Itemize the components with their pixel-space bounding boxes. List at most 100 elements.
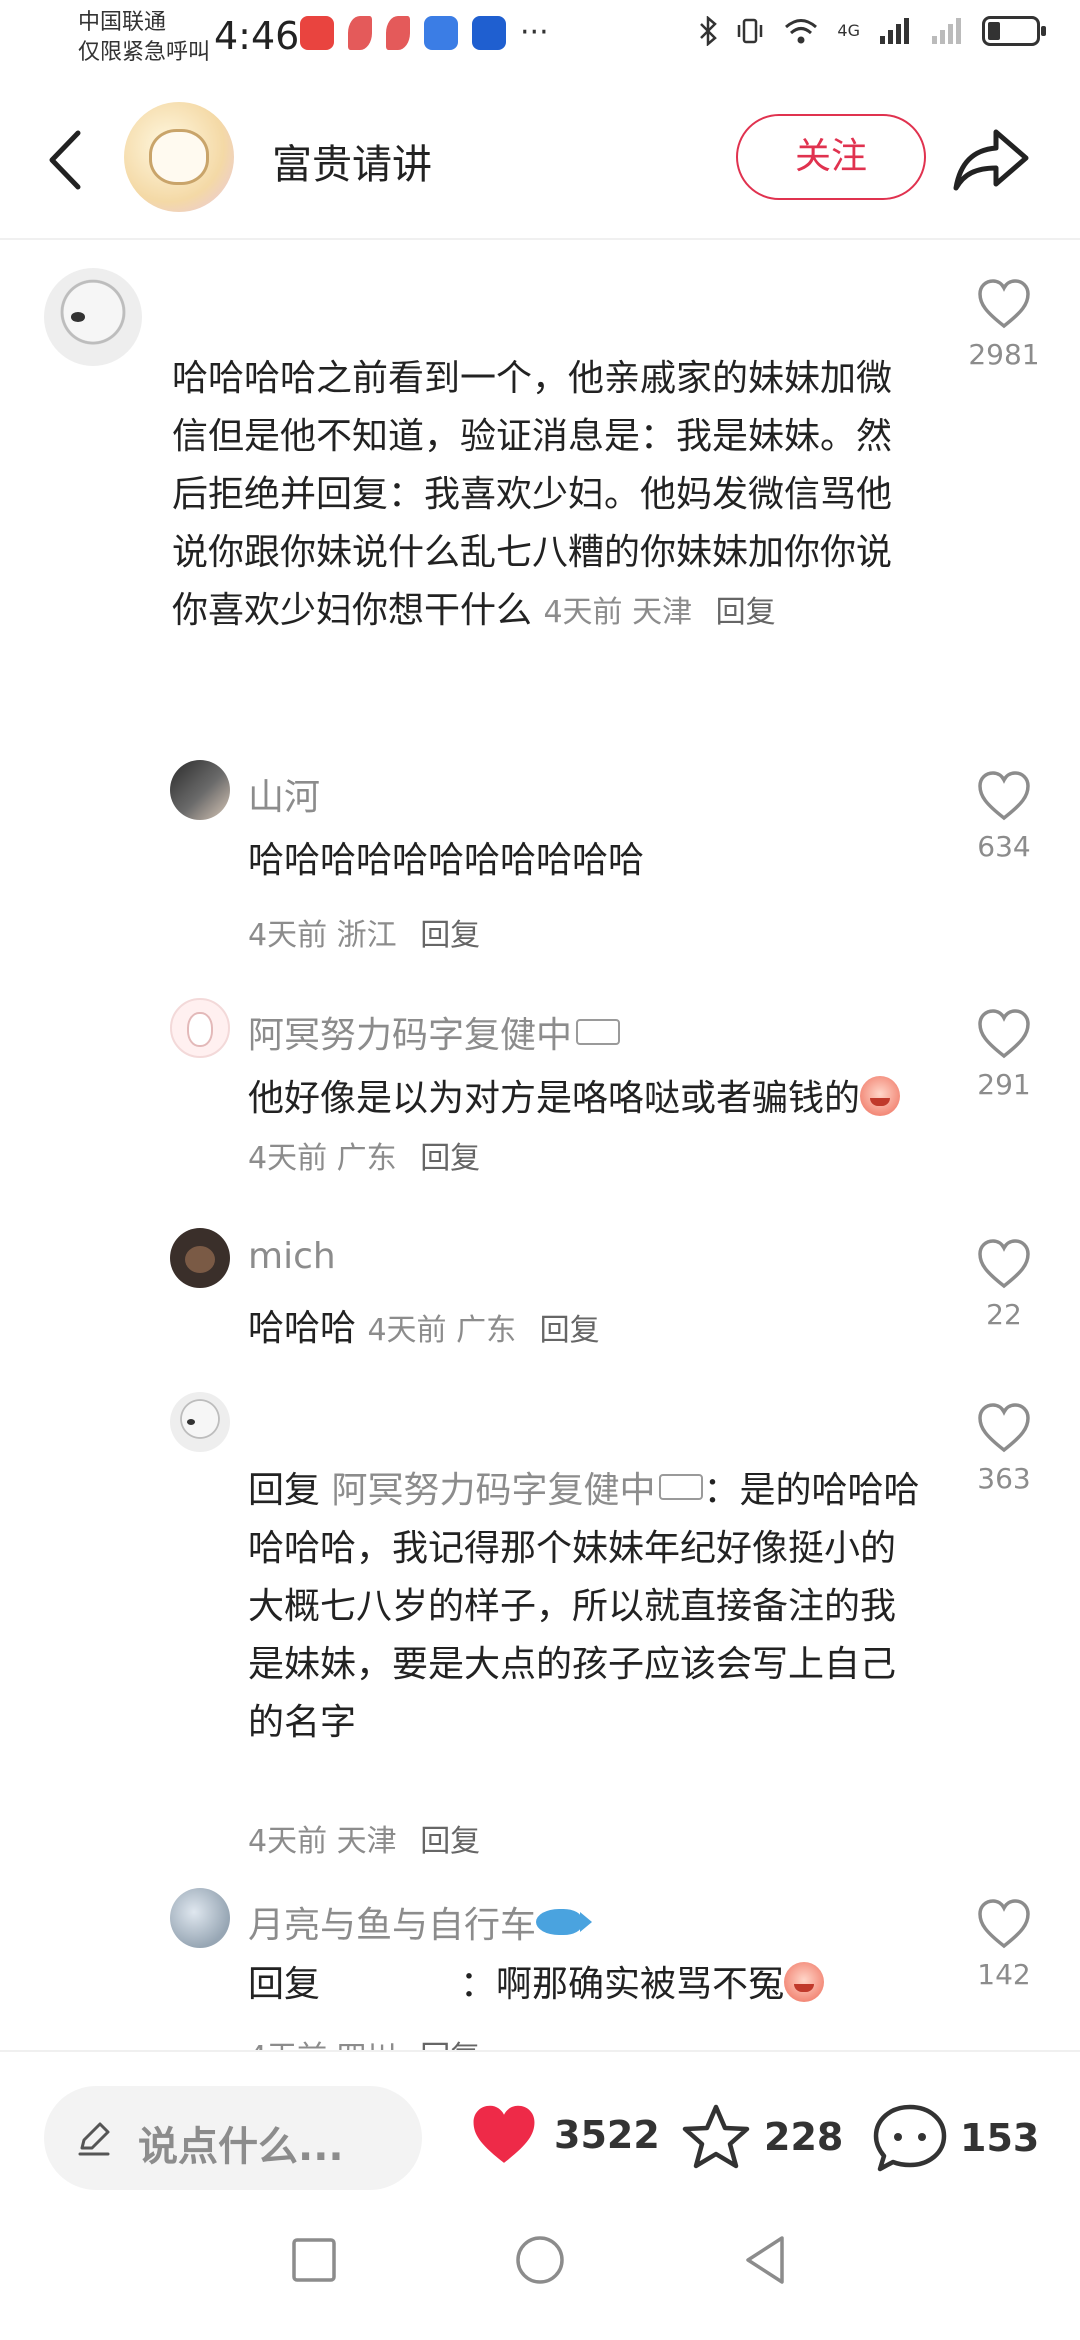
fish-icon — [536, 1909, 593, 1935]
petal-icon — [386, 16, 410, 50]
reply-target-username[interactable]: 阿冥努力码字复健中 — [331, 1470, 655, 1511]
heart-icon[interactable] — [976, 1402, 1032, 1454]
replier-avatar[interactable] — [170, 1888, 230, 1948]
author-name[interactable]: 富贵请讲 — [272, 132, 432, 190]
network-type: 4G — [837, 21, 860, 40]
like-count: 142 — [977, 1958, 1031, 1991]
commenter-avatar[interactable] — [44, 268, 142, 366]
reply-location: 四川 — [337, 2040, 397, 2050]
reply-username[interactable]: 月亮与鱼与自行车 — [248, 1896, 593, 1948]
status-bar: 中国联通 仅限紧急呼叫 4:46 ··· 4G — [0, 0, 1080, 80]
input-placeholder: 说点什么... — [138, 2124, 344, 2170]
recent-apps-icon[interactable] — [284, 2230, 344, 2290]
crying-emoji-icon — [860, 1076, 901, 1116]
system-nav-bar — [0, 2190, 1080, 2340]
like-count: 291 — [977, 1068, 1031, 1101]
reply-body: 他好像是以为对方是咯咯哒或者骗钱的 — [248, 1078, 861, 1119]
like-action[interactable]: 3522 — [466, 2102, 660, 2168]
star-icon[interactable] — [680, 2102, 752, 2172]
like-count: 634 — [977, 830, 1031, 863]
reply-like[interactable]: 363 — [954, 1402, 1054, 1495]
reply-text: 哈哈哈哈哈哈哈哈哈哈哈 — [248, 840, 645, 881]
replier-avatar[interactable] — [170, 998, 230, 1058]
reply-text: 他好像是以为对方是咯咯哒或者骗钱的 4天前 广东 回复 — [248, 1070, 928, 1188]
reply-meta: 4天前 四川 回复 — [248, 2032, 480, 2050]
reply-location: 广东 — [336, 1141, 397, 1176]
shopping-app-icon — [300, 16, 334, 50]
heart-filled-icon[interactable] — [466, 2102, 542, 2168]
weather-icon — [424, 16, 458, 50]
reply-button[interactable]: 回复 — [420, 2040, 480, 2050]
comment-meta: 4天前 天津 回复 — [543, 595, 775, 630]
reply-button[interactable]: 回复 — [420, 1141, 480, 1176]
reply-username[interactable]: mich — [248, 1236, 336, 1277]
replier-avatar[interactable] — [170, 760, 230, 820]
reply-like[interactable]: 142 — [954, 1898, 1054, 1991]
replier-avatar[interactable] — [170, 1228, 230, 1288]
reply-button[interactable]: 回复 — [540, 1313, 600, 1348]
reply-username-text: 月亮与鱼与自行车 — [248, 1905, 537, 1946]
signal-icon-2 — [932, 18, 961, 44]
reply-time: 4天前 — [248, 2040, 327, 2050]
reply-username[interactable]: 阿冥努力码字复健中 — [248, 1006, 621, 1058]
notification-icons: ··· — [300, 16, 549, 50]
system-icons: 4G — [699, 16, 1046, 46]
favorite-action[interactable]: 228 — [680, 2102, 843, 2172]
signal-icon — [880, 18, 909, 44]
share-icon[interactable] — [952, 124, 1032, 194]
back-nav-icon[interactable] — [736, 2230, 796, 2290]
post-favorite-count: 228 — [764, 2115, 844, 2159]
reply-body: ：啊那确实被骂不冤 — [460, 1964, 785, 2005]
heart-icon[interactable] — [976, 278, 1032, 330]
reply-like[interactable]: 22 — [954, 1238, 1054, 1331]
comment-location: 天津 — [632, 595, 693, 630]
follow-button[interactable]: 关注 — [736, 114, 926, 200]
heart-icon[interactable] — [976, 770, 1032, 822]
carrier-line1: 中国联通 — [78, 10, 167, 35]
heart-icon[interactable] — [976, 1898, 1032, 1950]
reply-body: 哈哈哈 — [248, 1308, 357, 1349]
reply-button[interactable]: 回复 — [420, 1824, 480, 1859]
wifi-icon — [785, 19, 818, 44]
reply-text: 回复 ：啊那确实被骂不冤 — [248, 1956, 928, 2014]
comment-input[interactable]: 说点什么... — [44, 2086, 422, 2190]
reply-prefix: 回复 — [248, 1964, 321, 2005]
reply-location: 广东 — [456, 1313, 517, 1348]
crying-emoji-icon — [784, 1962, 825, 2002]
heart-icon[interactable] — [976, 1238, 1032, 1290]
post-header: 富贵请讲 关注 — [0, 80, 1080, 240]
comment-like[interactable]: 2981 — [954, 278, 1054, 371]
reply-meta: 4天前 天津 回复 — [248, 1816, 480, 1860]
back-icon[interactable] — [38, 125, 98, 195]
home-icon[interactable] — [510, 2230, 570, 2290]
post-comment-count: 153 — [960, 2116, 1040, 2160]
comment-action[interactable]: 153 — [872, 2102, 1039, 2174]
comment-list[interactable]: 哈哈哈哈之前看到一个，他亲戚家的妹妹加微信但是他不知道，验证消息是：我是妹妹。然… — [0, 240, 1080, 2050]
like-count: 2981 — [968, 338, 1040, 371]
comment-body: 哈哈哈哈之前看到一个，他亲戚家的妹妹加微信但是他不知道，验证消息是：我是妹妹。然… — [172, 358, 893, 631]
reply-text: 回复 阿冥努力码字复健中 ：是的哈哈哈哈哈哈，我记得那个妹妹年纪好像挺小的大概七八… — [248, 1462, 928, 1752]
reply-username[interactable]: 山河 — [248, 768, 320, 820]
pencil-icon — [78, 2122, 110, 2156]
carrier-line2: 仅限紧急呼叫 — [78, 40, 211, 65]
lightbulb-icon — [472, 16, 506, 50]
carrier-text: 中国联通 仅限紧急呼叫 — [78, 8, 210, 68]
keyboard-icon — [659, 1474, 704, 1500]
reply-time: 4天前 — [248, 1141, 328, 1176]
bluetooth-icon — [700, 16, 718, 46]
like-count: 22 — [986, 1298, 1022, 1331]
keyboard-icon — [576, 1019, 621, 1045]
replier-avatar[interactable] — [170, 1392, 230, 1452]
status-clock: 4:46 — [214, 14, 300, 58]
reply-like[interactable]: 291 — [954, 1008, 1054, 1101]
author-avatar[interactable] — [124, 102, 234, 212]
like-count: 363 — [977, 1462, 1031, 1495]
reply-button[interactable]: 回复 — [716, 595, 776, 630]
heart-icon[interactable] — [976, 1008, 1032, 1060]
reply-time: 4天前 — [248, 1824, 328, 1859]
battery-icon — [982, 16, 1046, 46]
reply-button[interactable]: 回复 — [420, 918, 480, 953]
chat-icon[interactable] — [872, 2102, 948, 2174]
reply-like[interactable]: 634 — [954, 770, 1054, 863]
more-notifications-icon: ··· — [520, 15, 549, 50]
